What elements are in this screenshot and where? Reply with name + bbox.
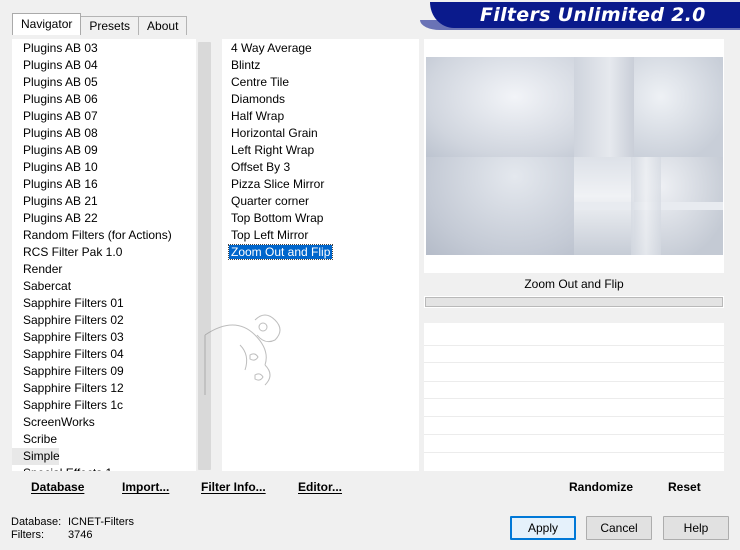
category-item[interactable]: Plugins AB 07 [12,108,212,125]
category-item[interactable]: Plugins AB 21 [12,193,212,210]
category-item[interactable]: Random Filters (for Actions) [12,227,212,244]
category-item[interactable]: Plugins AB 08 [12,125,212,142]
filter-item-label: Top Left Mirror [231,228,309,242]
filter-item[interactable]: Half Wrap [222,108,419,125]
filter-item[interactable]: Offset By 3 [222,159,419,176]
parameter-separator [424,416,724,417]
category-item[interactable]: Plugins AB 03 [12,40,212,57]
category-item[interactable]: Plugins AB 16 [12,176,212,193]
category-item[interactable]: ScreenWorks [12,414,212,431]
category-item[interactable]: Plugins AB 05 [12,74,212,91]
filters-count-label: Filters: [11,529,44,541]
filter-item-label: 4 Way Average [231,41,312,55]
filter-item-label: Half Wrap [231,109,285,123]
category-item[interactable]: Sapphire Filters 12 [12,380,212,397]
category-item[interactable]: Sapphire Filters 04 [12,346,212,363]
category-item[interactable]: Plugins AB 06 [12,91,212,108]
category-item[interactable]: Simple [12,448,60,465]
filter-item[interactable]: Left Right Wrap [222,142,419,159]
parameter-separator [424,434,724,435]
filter-item-label: Diamonds [231,92,286,106]
category-item[interactable]: Sapphire Filters 01 [12,295,212,312]
category-item[interactable]: Sabercat [12,278,212,295]
category-item[interactable]: Sapphire Filters 02 [12,312,212,329]
filters-count-value: 3746 [68,529,93,541]
preview-filter-name: Zoom Out and Flip [424,273,724,296]
filter-item-label: Top Bottom Wrap [231,211,324,225]
reset-button[interactable]: Reset [668,480,701,494]
parameter-slot [424,308,724,324]
filter-item-label: Offset By 3 [231,160,291,174]
parameter-separator [424,452,724,453]
tab-about[interactable]: About [138,16,188,35]
tab-navigator[interactable]: Navigator [12,13,82,35]
filter-item[interactable]: Diamonds [222,91,419,108]
filter-item-label: Left Right Wrap [231,143,315,157]
filter-preview-image [426,57,723,255]
filter-item-label: Centre Tile [231,75,290,89]
category-list: Plugins AB 03 Plugins AB 04 Plugins AB 05 P… [12,39,212,471]
filter-item-label: Blintz [231,58,261,72]
parameter-separator [424,362,724,363]
filter-item[interactable]: Zoom Out and Flip [222,244,419,261]
filter-list-panel: 4 Way Average Blintz Centre Tile Diamonds Ha… [222,39,419,471]
filter-item[interactable]: 4 Way Average [222,40,419,57]
category-item[interactable]: Sapphire Filters 03 [12,329,212,346]
editor-button[interactable]: Editor... [298,480,342,494]
filter-item-label: Zoom Out and Flip [227,244,334,260]
apply-button[interactable]: Apply [510,516,576,540]
filter-item-label: Horizontal Grain [231,126,318,140]
category-item[interactable]: Sapphire Filters 1c [12,397,212,414]
filter-info-button[interactable]: Filter Info... [201,480,266,494]
filter-list: 4 Way Average Blintz Centre Tile Diamonds Ha… [222,39,419,261]
database-status-label: Database: [11,516,62,528]
filter-item[interactable]: Blintz [222,57,419,74]
category-item[interactable]: Plugins AB 09 [12,142,212,159]
filter-item[interactable]: Pizza Slice Mirror [222,176,419,193]
category-item[interactable]: Special Effects 1 [12,465,212,471]
filter-item[interactable]: Horizontal Grain [222,125,419,142]
category-item[interactable]: Render [12,261,212,278]
filter-item[interactable]: Top Left Mirror [222,227,419,244]
app-title: Filters Unlimited 2.0 [480,4,706,26]
database-button[interactable]: Database [31,480,84,494]
category-scrollbar-thumb[interactable] [198,42,211,470]
filter-item[interactable]: Quarter corner [222,193,419,210]
category-item[interactable]: RCS Filter Pak 1.0 [12,244,212,261]
tab-strip: Navigator Presets About [12,13,188,35]
category-item[interactable]: Sapphire Filters 09 [12,363,212,380]
tab-presets[interactable]: Presets [80,16,140,35]
randomize-button[interactable]: Randomize [569,480,633,494]
category-item[interactable]: Plugins AB 10 [12,159,212,176]
parameter-bar [425,297,723,307]
parameter-separator [424,381,724,382]
parameter-separator [424,345,724,346]
category-item[interactable]: Scribe [12,431,212,448]
filter-item-label: Pizza Slice Mirror [231,177,325,191]
filter-item-label: Quarter corner [231,194,310,208]
filter-item[interactable]: Top Bottom Wrap [222,210,419,227]
category-item[interactable]: Plugins AB 04 [12,57,212,74]
cancel-button[interactable]: Cancel [586,516,652,540]
parameter-separator [424,398,724,399]
filter-item[interactable]: Centre Tile [222,74,419,91]
database-status: Database: [11,516,61,528]
database-status-value: ICNET-Filters [68,516,134,528]
import-button[interactable]: Import... [122,480,169,494]
help-button[interactable]: Help [663,516,729,540]
category-item[interactable]: Plugins AB 22 [12,210,212,227]
category-list-panel: Plugins AB 03 Plugins AB 04 Plugins AB 05 P… [12,39,212,471]
